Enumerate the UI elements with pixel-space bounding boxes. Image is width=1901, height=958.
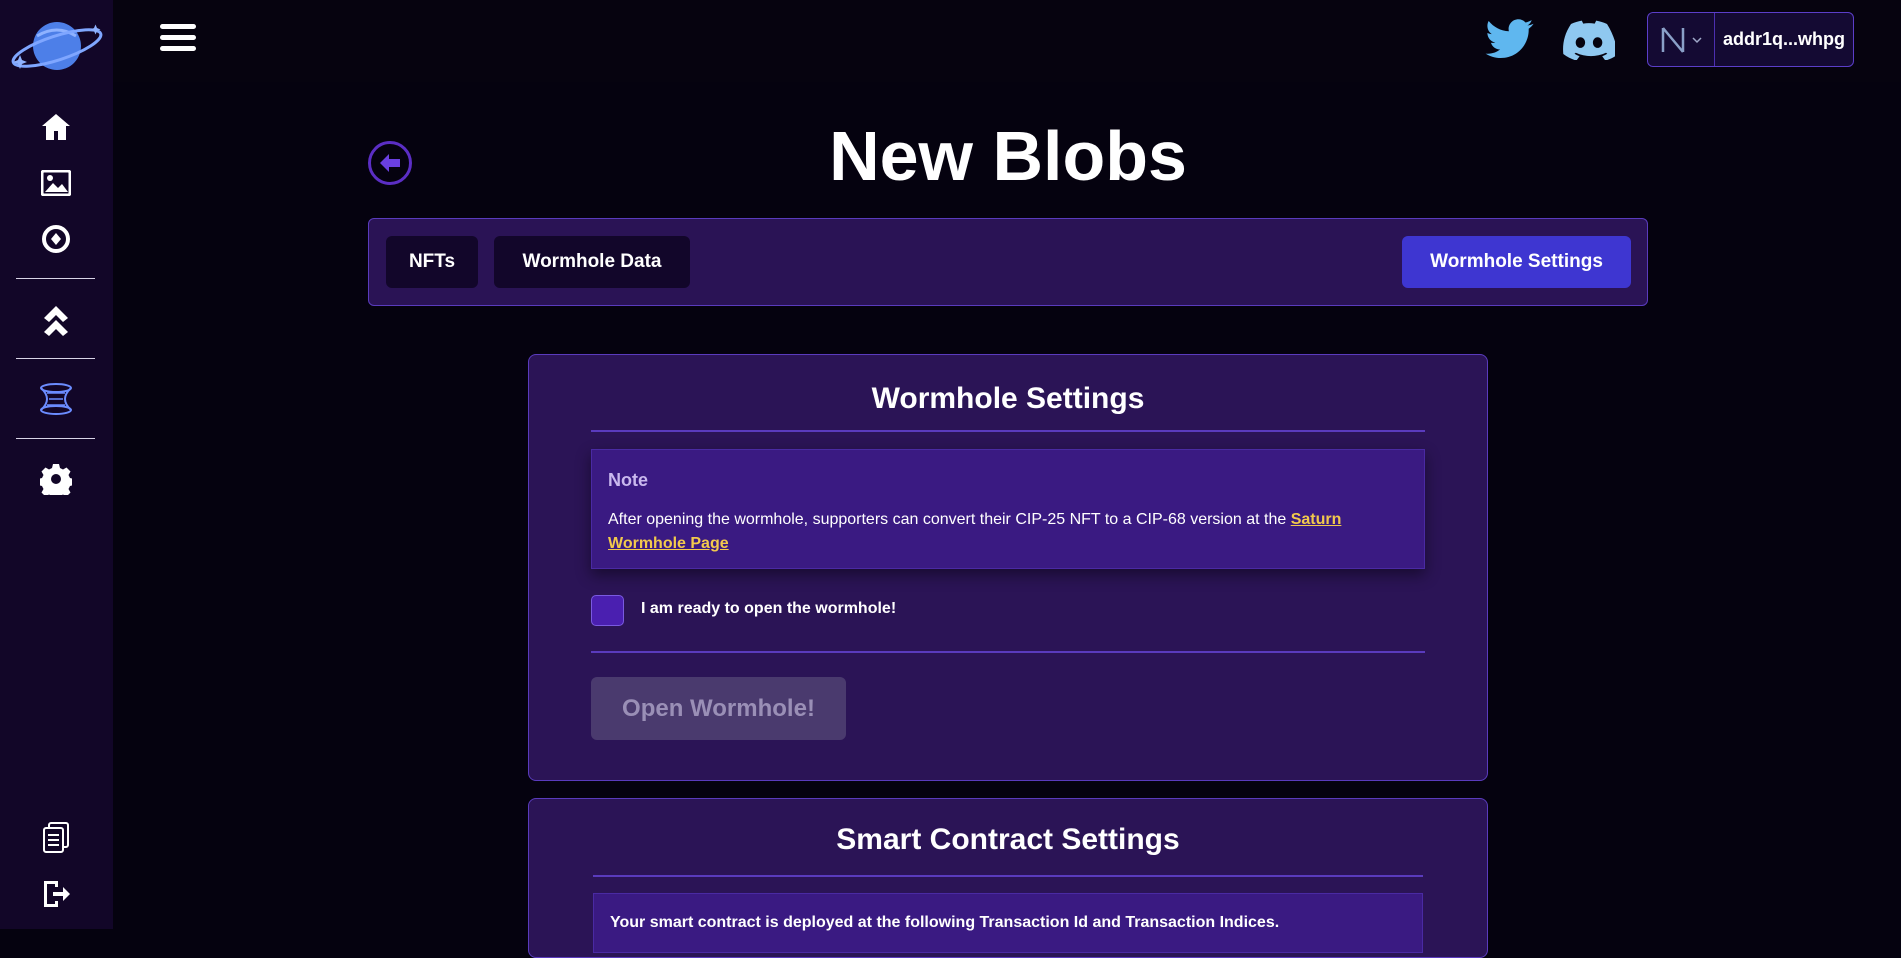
menu-icon[interactable]	[160, 24, 200, 58]
note-text: After opening the wormhole, supporters c…	[608, 508, 1374, 556]
image-gallery-icon[interactable]	[36, 163, 76, 203]
sidebar-divider	[16, 278, 95, 279]
contract-note-text: Your smart contract is deployed at the f…	[610, 914, 1280, 931]
divider	[591, 651, 1425, 653]
sidebar-divider	[16, 438, 95, 439]
saturn-logo-icon[interactable]	[10, 16, 104, 76]
note-body: After opening the wormhole, supporters c…	[608, 511, 1287, 528]
open-wormhole-button[interactable]: Open Wormhole!	[591, 677, 846, 740]
sidebar-divider	[16, 358, 95, 359]
card-title: Wormhole Settings	[871, 382, 1145, 415]
tab-wormhole-data[interactable]: Wormhole Data	[494, 236, 690, 288]
home-icon[interactable]	[36, 107, 76, 147]
ready-checkbox-label: I am ready to open the wormhole!	[641, 600, 897, 617]
wallet-selector[interactable]	[1648, 13, 1715, 66]
compass-icon[interactable]	[36, 219, 76, 259]
topbar	[113, 0, 1901, 82]
sidebar	[0, 0, 113, 929]
documents-icon[interactable]	[36, 818, 76, 858]
wormhole-settings-card: Wormhole Settings Note After opening the…	[528, 354, 1488, 781]
chevron-down-icon	[1692, 36, 1702, 43]
page-title: New Blobs	[829, 117, 1187, 195]
divider	[593, 875, 1423, 877]
note-title: Note	[608, 470, 648, 490]
wallet-button[interactable]: addr1q...whpg	[1647, 12, 1854, 67]
wormhole-icon[interactable]	[36, 379, 76, 419]
ready-checkbox[interactable]	[591, 595, 624, 626]
gear-icon[interactable]	[36, 459, 76, 499]
chevrons-up-icon[interactable]	[36, 299, 76, 339]
note-box: Note After opening the wormhole, support…	[591, 449, 1425, 569]
logout-icon[interactable]	[36, 874, 76, 914]
smart-contract-settings-card: Smart Contract Settings Your smart contr…	[528, 798, 1488, 958]
contract-note-box: Your smart contract is deployed at the f…	[593, 893, 1423, 953]
tab-wormhole-settings[interactable]: Wormhole Settings	[1402, 236, 1631, 288]
tab-nfts[interactable]: NFTs	[386, 236, 478, 288]
divider	[591, 430, 1425, 432]
nami-wallet-icon	[1661, 26, 1685, 53]
wallet-address: addr1q...whpg	[1723, 29, 1846, 49]
tab-bar: NFTs Wormhole Data Wormhole Settings	[368, 218, 1648, 306]
twitter-icon[interactable]	[1485, 18, 1535, 62]
card-title: Smart Contract Settings	[836, 823, 1180, 856]
discord-icon[interactable]	[1563, 20, 1619, 64]
